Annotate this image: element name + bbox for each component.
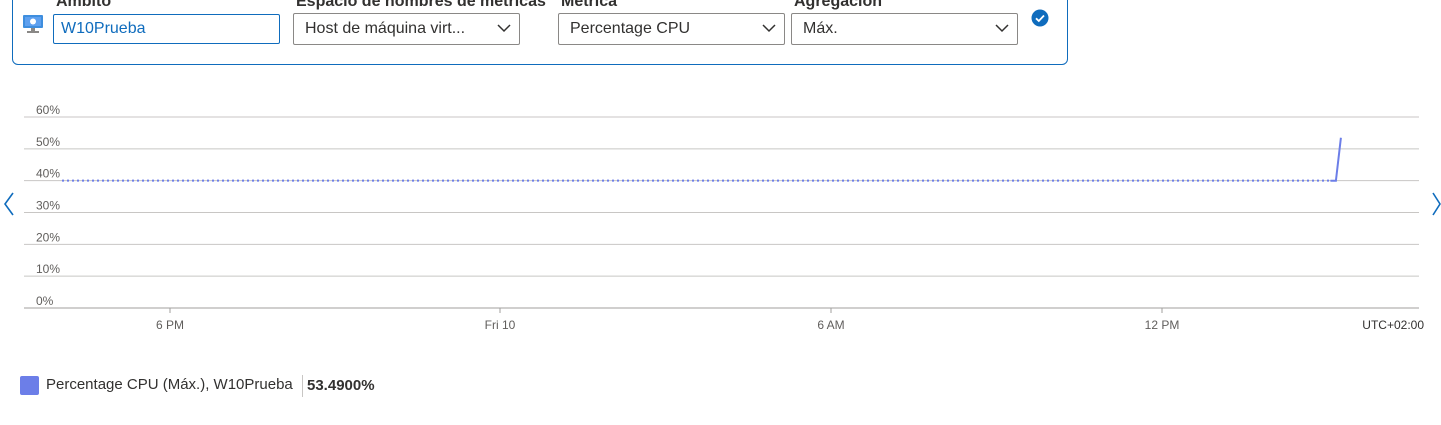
- legend-series-name: Percentage CPU (Máx.), W10Prueba: [46, 376, 293, 393]
- checkmark-circle-icon[interactable]: [1031, 9, 1049, 27]
- metric-label: Métrica: [561, 0, 618, 10]
- namespace-value: Host de máquina virt...: [305, 20, 466, 37]
- y-tick-label: 30%: [36, 199, 60, 213]
- virtual-machine-icon: [23, 15, 43, 33]
- chevron-down-icon: [762, 24, 776, 33]
- legend-color-swatch: [20, 376, 39, 395]
- chevron-left-icon[interactable]: [2, 190, 16, 218]
- y-tick-label: 50%: [36, 135, 60, 149]
- namespace-label: Espacio de nombres de métricas: [296, 0, 546, 10]
- namespace-dropdown[interactable]: Host de máquina virt...: [293, 13, 520, 45]
- x-tick-label: 6 PM: [156, 318, 184, 332]
- chevron-right-icon[interactable]: [1430, 190, 1441, 218]
- aggregation-value: Máx.: [803, 20, 838, 37]
- chevron-down-icon: [995, 24, 1009, 33]
- y-tick-label: 20%: [36, 230, 60, 244]
- aggregation-label: Agregación: [794, 0, 883, 10]
- x-tick-label: Fri 10: [485, 318, 516, 332]
- y-tick-label: 60%: [36, 103, 60, 117]
- timezone-label: UTC+02:00: [1362, 318, 1424, 332]
- y-tick-label: 0%: [36, 294, 54, 308]
- metric-dropdown[interactable]: Percentage CPU: [558, 13, 785, 45]
- legend-divider: [302, 375, 303, 397]
- x-tick-label: 12 PM: [1145, 318, 1180, 332]
- metric-value: Percentage CPU: [570, 20, 691, 37]
- scope-label: Ámbito: [56, 0, 112, 10]
- line-chart: 0% 10% 20% 30% 40% 50% 60% 6 PM Fri 10 6 AM 12 PM…: [24, 103, 1424, 332]
- legend-series-value: 53.4900%: [307, 377, 375, 394]
- chevron-down-icon: [497, 24, 511, 33]
- x-tick-label: 6 AM: [817, 318, 844, 332]
- series-line: [1330, 137, 1342, 182]
- scope-input[interactable]: W10Prueba: [53, 14, 280, 44]
- aggregation-dropdown[interactable]: Máx.: [791, 13, 1018, 45]
- y-tick-label: 10%: [36, 262, 60, 276]
- y-tick-label: 40%: [36, 167, 60, 181]
